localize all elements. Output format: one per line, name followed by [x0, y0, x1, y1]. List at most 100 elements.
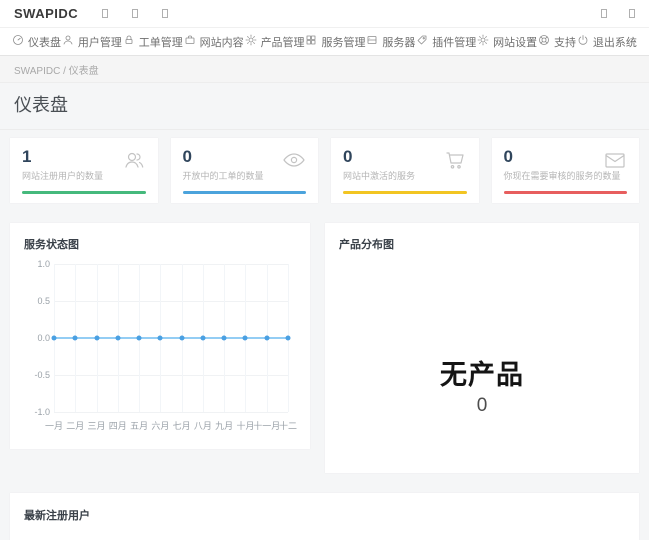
breadcrumb: SWAPIDC / 仪表盘 — [0, 56, 649, 83]
nav-item-dashboard[interactable]: 仪表盘 — [12, 34, 61, 50]
stat-accent-bar — [22, 191, 146, 194]
settings-gear-icon — [477, 34, 489, 49]
stat-card-pending-review: 0 你现在需要审核的服务的数量 — [492, 138, 640, 203]
service-chart-title: 服务状态图 — [24, 236, 296, 252]
nav-item-services[interactable]: 服务管理 — [305, 34, 365, 50]
stat-card-registered-users: 1 网站注册用户的数量 — [10, 138, 158, 203]
nav-item-site-content[interactable]: 网站内容 — [184, 34, 244, 50]
x-tick-label: 八月 — [194, 419, 212, 432]
stat-accent-bar — [343, 191, 467, 194]
nav-label: 仪表盘 — [28, 34, 61, 50]
nav-item-servers[interactable]: 服务器 — [366, 34, 415, 50]
latest-users-title: 最新注册用户 — [10, 493, 639, 535]
x-tick-label: 十二 — [279, 419, 297, 432]
nav-item-plugins[interactable]: 插件管理 — [416, 34, 476, 50]
placeholder-glyph-icon[interactable] — [601, 9, 607, 18]
nav-item-products[interactable]: 产品管理 — [245, 34, 305, 50]
x-tick-label: 五月 — [130, 419, 148, 432]
content-briefcase-icon — [184, 34, 196, 49]
data-point — [286, 336, 291, 341]
data-point — [137, 336, 142, 341]
x-tick-label: 十一月 — [253, 419, 280, 432]
data-point — [264, 336, 269, 341]
product-chart-title: 产品分布图 — [339, 236, 625, 252]
nav-label: 工单管理 — [139, 34, 183, 50]
nav-item-site-settings[interactable]: 网站设置 — [477, 34, 537, 50]
nav-label: 退出系统 — [593, 34, 637, 50]
y-tick-label: -1.0 — [22, 407, 50, 417]
y-gridline — [54, 264, 288, 265]
data-point — [222, 336, 227, 341]
nav-item-users[interactable]: 用户管理 — [62, 34, 122, 50]
nav-label: 产品管理 — [261, 34, 305, 50]
nav-item-tickets[interactable]: 工单管理 — [123, 34, 183, 50]
data-point — [73, 336, 78, 341]
stat-accent-bar — [183, 191, 307, 194]
series-line — [54, 337, 288, 339]
x-tick-label: 三月 — [88, 419, 106, 432]
latest-users-card: 最新注册用户 UID 用户名 E-mail 注册时间 1 86512 86512… — [10, 493, 639, 540]
product-empty-state: 无产品 0 — [325, 353, 639, 417]
mail-icon — [603, 148, 627, 172]
logout-power-icon — [577, 34, 589, 49]
y-gridline — [54, 375, 288, 376]
x-tick-label: 九月 — [215, 419, 233, 432]
placeholder-glyph-icon[interactable] — [132, 9, 138, 18]
charts-row: 服务状态图 1.00.50.0-0.5-1.0 一月二月三月四月五月六月七月八月… — [10, 223, 639, 473]
x-tick-label: 四月 — [109, 419, 127, 432]
y-tick-label: 1.0 — [22, 259, 50, 269]
support-ring-icon — [538, 34, 550, 49]
dashboard-icon — [12, 34, 24, 49]
service-grid-icon — [305, 34, 317, 49]
data-point — [243, 336, 248, 341]
x-tick-label: 一月 — [45, 419, 63, 432]
page-title: 仪表盘 — [0, 83, 649, 130]
service-status-panel: 服务状态图 1.00.50.0-0.5-1.0 一月二月三月四月五月六月七月八月… — [10, 223, 310, 449]
service-chart: 1.00.50.0-0.5-1.0 一月二月三月四月五月六月七月八月九月十月十一… — [24, 264, 296, 432]
nav-label: 网站设置 — [493, 34, 537, 50]
stat-card-active-services: 0 网站中激活的服务 — [331, 138, 479, 203]
nav-item-logout[interactable]: 退出系统 — [577, 34, 637, 50]
x-tick-label: 十月 — [236, 419, 254, 432]
y-tick-label: 0.5 — [22, 296, 50, 306]
topbar-right-actions — [579, 9, 635, 18]
nav-label: 用户管理 — [78, 34, 122, 50]
service-chart-plot: 1.00.50.0-0.5-1.0 — [54, 264, 288, 412]
x-tick-label: 六月 — [151, 419, 169, 432]
nav-label: 支持 — [554, 34, 576, 50]
stats-row: 1 网站注册用户的数量 0 开放中的工单的数量 0 网站中激活的服务 0 你现在… — [10, 138, 639, 203]
data-point — [179, 336, 184, 341]
main-nav: 仪表盘 用户管理 工单管理 网站内容 产品管理 服务管理 服务器 插件管理 网站… — [0, 28, 649, 56]
y-tick-label: 0.0 — [22, 333, 50, 343]
users-icon — [122, 148, 146, 172]
top-bar: SWAPIDC — [0, 0, 649, 28]
product-gear-icon — [245, 34, 257, 49]
latest-users-table: UID 用户名 E-mail 注册时间 1 86512 86512@qq.com… — [10, 535, 639, 540]
col-header-registered: 注册时间 — [397, 535, 639, 540]
x-tick-label: 七月 — [173, 419, 191, 432]
placeholder-glyph-icon[interactable] — [629, 9, 635, 18]
stat-card-open-tickets: 0 开放中的工单的数量 — [171, 138, 319, 203]
col-header-username: 用户名 — [115, 535, 215, 540]
y-tick-label: -0.5 — [22, 370, 50, 380]
data-point — [94, 336, 99, 341]
placeholder-glyph-icon[interactable] — [162, 9, 168, 18]
table-header-row: UID 用户名 E-mail 注册时间 — [10, 535, 639, 540]
server-icon — [366, 34, 378, 49]
col-header-email: E-mail — [215, 535, 397, 540]
y-gridline — [54, 301, 288, 302]
data-point — [52, 336, 57, 341]
product-empty-message: 无产品 — [325, 353, 639, 392]
cart-icon — [443, 148, 467, 172]
product-distribution-panel: 产品分布图 无产品 0 — [325, 223, 639, 473]
x-tick-label: 二月 — [66, 419, 84, 432]
y-gridline — [54, 412, 288, 413]
data-point — [158, 336, 163, 341]
data-point — [200, 336, 205, 341]
nav-item-support[interactable]: 支持 — [538, 34, 576, 50]
breadcrumb-root[interactable]: SWAPIDC — [14, 66, 60, 77]
placeholder-glyph-icon[interactable] — [102, 9, 108, 18]
data-point — [115, 336, 120, 341]
plugin-tag-icon — [416, 34, 428, 49]
stat-accent-bar — [504, 191, 628, 194]
